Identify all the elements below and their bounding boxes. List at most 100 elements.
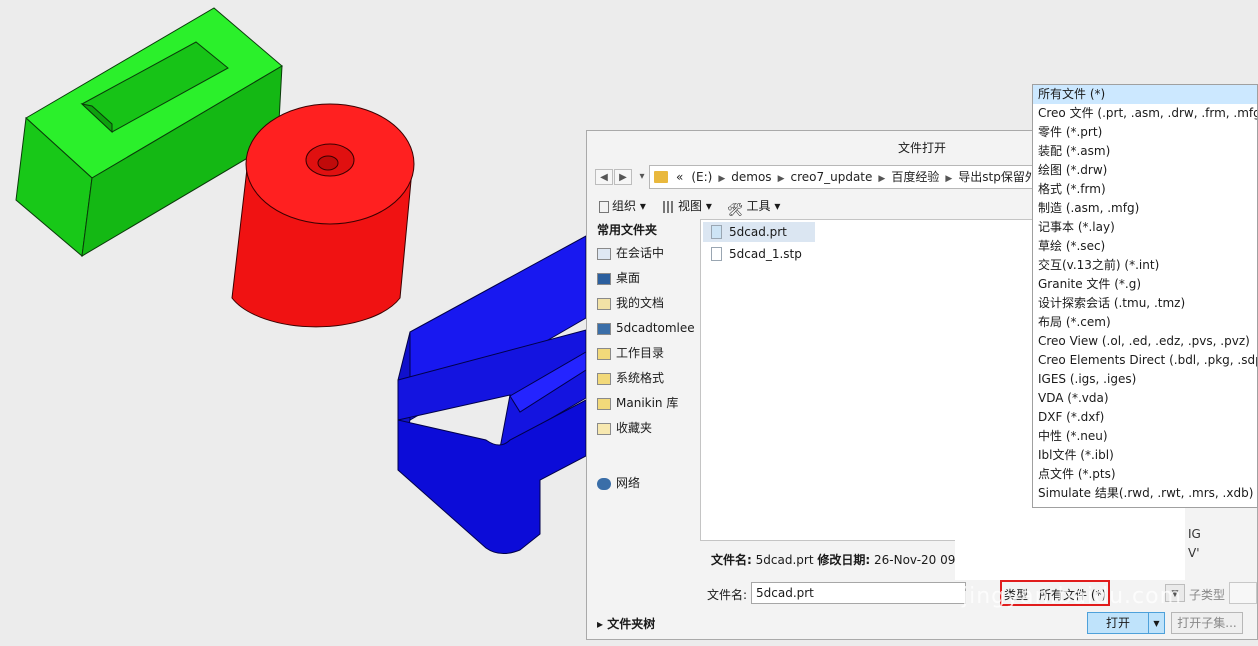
- type-option[interactable]: Creo Elements Direct (.bdl, .pkg, .sdp,: [1033, 351, 1257, 370]
- status-name-value: 5dcad.prt: [755, 553, 814, 567]
- organize-icon: [599, 200, 609, 213]
- manikin-library-icon: [597, 397, 611, 410]
- type-option[interactable]: IGES (.igs, .iges): [1033, 370, 1257, 389]
- red-part[interactable]: [231, 103, 415, 328]
- open-dropdown-icon[interactable]: ▼: [1149, 612, 1165, 634]
- fav-in-session[interactable]: 在会话中: [593, 241, 699, 266]
- fav-documents[interactable]: 我的文档: [593, 291, 699, 316]
- fav-label: 在会话中: [616, 246, 665, 260]
- fav-label: 系统格式: [616, 371, 665, 385]
- type-option[interactable]: Simulate 结果(.rwd, .rwt, .mrs, .xdb): [1033, 484, 1257, 503]
- organize-menu[interactable]: 组织 ▾: [599, 195, 646, 217]
- file-item[interactable]: 5dcad_1.stp: [703, 244, 815, 264]
- fav-system-format[interactable]: 系统格式: [593, 366, 699, 391]
- network-label: 网络: [616, 476, 641, 490]
- fav-label: 桌面: [616, 271, 641, 285]
- type-option[interactable]: Ibl文件 (*.ibl): [1033, 446, 1257, 465]
- blue-part[interactable]: [397, 235, 587, 554]
- open-button[interactable]: 打开: [1087, 612, 1149, 634]
- tools-label: 工具: [746, 199, 771, 213]
- fav-label: 5dcadtomlee: [616, 321, 695, 335]
- type-option[interactable]: 草绘 (*.sec): [1033, 237, 1257, 256]
- type-option[interactable]: 中性 (*.neu): [1033, 427, 1257, 446]
- grid-view-icon: [663, 200, 675, 213]
- type-option[interactable]: 制造 (.asm, .mfg): [1033, 199, 1257, 218]
- type-option[interactable]: 绘图 (*.drw): [1033, 161, 1257, 180]
- type-option[interactable]: 所有文件 (*): [1033, 85, 1257, 104]
- chevron-right-icon[interactable]: ▶: [876, 174, 887, 184]
- chevron-right-icon[interactable]: ▶: [716, 174, 727, 184]
- fav-manikin[interactable]: Manikin 库: [593, 391, 699, 416]
- documents-icon: [597, 297, 611, 310]
- folder-tree-label: 文件夹树: [607, 617, 656, 631]
- fav-computer[interactable]: 5dcadtomlee: [593, 316, 699, 341]
- breadcrumb-baidu[interactable]: 百度经验: [887, 166, 943, 188]
- network-icon: [597, 477, 611, 490]
- breadcrumb-overflow[interactable]: «: [672, 166, 687, 188]
- type-option[interactable]: 装配 (*.asm): [1033, 142, 1257, 161]
- subtype-label: 子类型: [1189, 588, 1226, 602]
- view-menu[interactable]: 视图 ▾: [663, 195, 712, 217]
- fav-favorites[interactable]: 收藏夹: [593, 416, 699, 441]
- fav-label: 工作目录: [616, 346, 665, 360]
- favorites-pane: 常用文件夹 在会话中 桌面 我的文档 5dcadtomlee 工作目录 系统格式…: [593, 219, 699, 611]
- fav-working-dir[interactable]: 工作目录: [593, 341, 699, 366]
- desktop-icon: [597, 272, 611, 285]
- file-name: 5dcad.prt: [729, 225, 787, 239]
- breadcrumb-demos[interactable]: demos: [727, 166, 775, 188]
- tools-menu[interactable]: 🛠 工具 ▾: [727, 195, 780, 218]
- view-label: 视图: [678, 199, 703, 213]
- type-option[interactable]: 格式 (*.frm): [1033, 180, 1257, 199]
- type-dropdown-list[interactable]: 所有文件 (*) Creo 文件 (.prt, .asm, .drw, .frm…: [1032, 84, 1258, 508]
- fav-desktop[interactable]: 桌面: [593, 266, 699, 291]
- type-option[interactable]: 设计探索会话 (.tmu, .tmz): [1033, 294, 1257, 313]
- fav-network[interactable]: 网络: [597, 471, 640, 495]
- type-option[interactable]: Granite 文件 (*.g): [1033, 275, 1257, 294]
- type-option[interactable]: Creo 文件 (.prt, .asm, .drw, .frm, .mfg,: [1033, 104, 1257, 123]
- type-option[interactable]: 零件 (*.prt): [1033, 123, 1257, 142]
- chevron-right-icon[interactable]: ▶: [943, 174, 954, 184]
- address-bar[interactable]: «(E:) ▶ demos ▶ creo7_update ▶ 百度经验 ▶ 导出stp保留外观: [649, 165, 1049, 189]
- fav-label: 我的文档: [616, 296, 665, 310]
- chevron-right-icon[interactable]: ▶: [776, 174, 787, 184]
- filename-label: 文件名:: [707, 588, 748, 602]
- session-icon: [597, 247, 611, 260]
- dropdown-peek-text: IG: [1188, 527, 1201, 541]
- folder-icon: [654, 171, 668, 183]
- tools-icon: 🛠: [727, 202, 744, 218]
- dropdown-peek-text: V': [1188, 546, 1200, 560]
- fav-label: 收藏夹: [616, 421, 653, 435]
- type-option[interactable]: 点文件 (*.pts): [1033, 465, 1257, 484]
- back-button[interactable]: ◀: [595, 169, 613, 185]
- part-file-icon: [711, 225, 722, 239]
- favorites-title: 常用文件夹: [597, 223, 658, 237]
- status-name-label: 文件名:: [711, 553, 752, 567]
- watermark: jingyan.baidu.com: [962, 584, 1183, 609]
- type-option[interactable]: 布局 (*.cem): [1033, 313, 1257, 332]
- type-option[interactable]: DXF (*.dxf): [1033, 408, 1257, 427]
- file-item[interactable]: 5dcad.prt: [703, 222, 815, 242]
- file-info-status: 文件名: 5dcad.prt 修改日期: 26-Nov-20 09:5: [711, 551, 967, 568]
- status-date-label: 修改日期:: [817, 553, 871, 567]
- forward-button[interactable]: ▶: [614, 169, 632, 185]
- subtype-select[interactable]: [1229, 582, 1257, 604]
- open-subset-button[interactable]: 打开子集...: [1171, 612, 1243, 634]
- type-option[interactable]: 交互(v.13之前) (*.int): [1033, 256, 1257, 275]
- type-option[interactable]: 记事本 (*.lay): [1033, 218, 1257, 237]
- breadcrumb-drive[interactable]: (E:): [687, 166, 716, 188]
- breadcrumb-creo7[interactable]: creo7_update: [786, 166, 876, 188]
- working-dir-icon: [597, 347, 611, 360]
- system-format-icon: [597, 372, 611, 385]
- dropdown-shadow-area: [955, 508, 1185, 580]
- document-file-icon: [711, 247, 722, 261]
- type-option[interactable]: VDA (*.vda): [1033, 389, 1257, 408]
- filename-input[interactable]: 5dcad.prt: [751, 582, 966, 604]
- type-option[interactable]: Creo View (.ol, .ed, .edz, .pvs, .pvz): [1033, 332, 1257, 351]
- button-row: ▸ 文件夹树 打开 ▼ 打开子集...: [587, 611, 1257, 641]
- computer-icon: [597, 322, 611, 335]
- fav-label: Manikin 库: [616, 396, 679, 410]
- organize-label: 组织: [612, 199, 637, 213]
- folder-tree-toggle[interactable]: ▸ 文件夹树: [597, 615, 655, 632]
- status-date-value: 26-Nov-20 09:5: [874, 553, 968, 567]
- favorites-icon: [597, 422, 611, 435]
